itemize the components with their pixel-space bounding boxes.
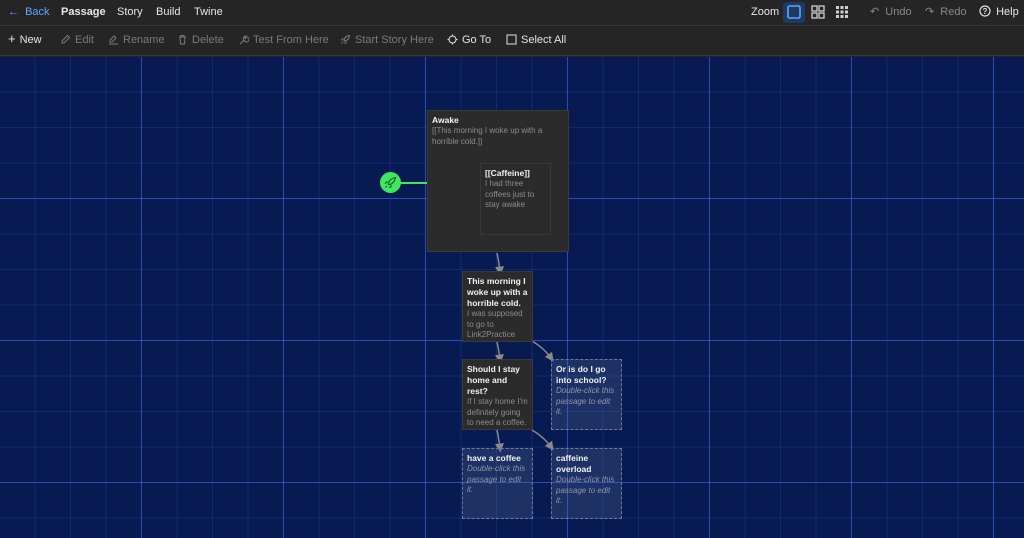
zoom-label: Zoom bbox=[751, 6, 780, 18]
crosshair-icon bbox=[447, 34, 458, 45]
zoom-large-square-icon bbox=[787, 5, 801, 19]
zoom-large-button[interactable] bbox=[783, 2, 805, 23]
zoom-medium-grid-icon bbox=[811, 5, 825, 19]
tab-build[interactable]: Build bbox=[156, 0, 180, 25]
passage-excerpt: If I stay home I'm definitely going to n… bbox=[467, 397, 528, 429]
passage-excerpt: [[This morning I woke up with a horrible… bbox=[432, 126, 543, 146]
rocket-icon bbox=[341, 34, 351, 44]
top-menu-bar: ← Back Passage Story Build Twine Zoom ↶ … bbox=[0, 0, 1024, 26]
edit-button[interactable]: Edit bbox=[60, 26, 94, 55]
pencil-icon bbox=[61, 34, 71, 44]
link-morning-to-school bbox=[531, 340, 554, 362]
passage-title: This morning I woke up with a horrible c… bbox=[467, 276, 528, 308]
start-passage-marker[interactable] bbox=[380, 172, 401, 193]
passage-title: Awake bbox=[432, 115, 459, 125]
select-all-button[interactable]: Select All bbox=[506, 26, 566, 55]
passage-card-school[interactable]: Or is do I go into school? Double-click … bbox=[551, 359, 622, 430]
link-awake-to-morning bbox=[495, 252, 504, 276]
zoom-small-grid-icon bbox=[836, 6, 848, 18]
rocket-icon bbox=[384, 176, 397, 189]
test-from-here-button[interactable]: Test From Here bbox=[238, 26, 329, 55]
passage-title: [[Caffeine]] bbox=[485, 168, 530, 178]
rename-button[interactable]: Rename bbox=[108, 26, 165, 55]
select-all-icon bbox=[506, 34, 517, 45]
back-button[interactable]: ← Back bbox=[8, 0, 50, 25]
passage-title: Or is do I go into school? bbox=[556, 364, 607, 385]
start-story-here-button[interactable]: Start Story Here bbox=[340, 26, 434, 55]
passage-card-morning[interactable]: This morning I woke up with a horrible c… bbox=[462, 271, 533, 342]
help-icon: ? bbox=[979, 5, 991, 17]
passage-excerpt: I had three coffees just to stay awake bbox=[485, 179, 535, 209]
passage-card-caffeine-overload[interactable]: caffeine overload Double-click this pass… bbox=[551, 448, 622, 519]
passage-card-stay-home[interactable]: Should I stay home and rest? If I stay h… bbox=[462, 359, 533, 430]
zoom-medium-button[interactable] bbox=[807, 2, 829, 23]
tab-twine[interactable]: Twine bbox=[194, 0, 223, 25]
help-button[interactable]: ? Help bbox=[979, 0, 1019, 25]
passage-toolbar: + New Edit Rename Delete Test From Here S… bbox=[0, 26, 1024, 56]
new-passage-button[interactable]: + New bbox=[8, 26, 42, 55]
link-stay-home-to-have-coffee bbox=[494, 429, 504, 453]
tab-story[interactable]: Story bbox=[117, 0, 143, 25]
zoom-small-button[interactable] bbox=[831, 2, 853, 23]
passage-title: caffeine overload bbox=[556, 453, 592, 474]
svg-text:?: ? bbox=[983, 7, 988, 16]
redo-icon: ↷ bbox=[925, 6, 935, 18]
tab-passage[interactable]: Passage bbox=[61, 0, 106, 25]
trash-icon bbox=[179, 34, 186, 45]
story-map-canvas[interactable]: Awake [[This morning I woke up with a ho… bbox=[0, 57, 1024, 538]
passage-title: Should I stay home and rest? bbox=[467, 364, 520, 396]
undo-icon: ↶ bbox=[870, 6, 880, 18]
undo-button[interactable]: ↶ Undo bbox=[870, 0, 912, 25]
passage-excerpt: Double-click this passage to edit it. bbox=[467, 464, 526, 494]
plus-icon: + bbox=[8, 31, 16, 47]
start-connector bbox=[400, 181, 428, 184]
passage-title: have a coffee bbox=[467, 453, 521, 463]
passage-card-have-coffee[interactable]: have a coffee Double-click this passage … bbox=[462, 448, 533, 519]
rename-icon bbox=[109, 34, 118, 45]
redo-button[interactable]: ↷ Redo bbox=[925, 0, 967, 25]
passage-excerpt: I was supposed to go to Link2Practice bbox=[467, 309, 523, 339]
passage-excerpt: Double-click this passage to edit it. bbox=[556, 386, 615, 416]
link-morning-to-stay-home bbox=[494, 341, 504, 364]
wrench-icon bbox=[239, 35, 249, 44]
link-stay-home-to-caffeine-overload bbox=[531, 429, 554, 451]
delete-button[interactable]: Delete bbox=[177, 26, 224, 55]
passage-excerpt: Double-click this passage to edit it. bbox=[556, 475, 615, 505]
go-to-button[interactable]: Go To bbox=[447, 26, 491, 55]
passage-card-caffeine[interactable]: [[Caffeine]] I had three coffees just to… bbox=[480, 163, 551, 235]
arrow-left-icon: ← bbox=[8, 6, 19, 18]
twine-story-map-app: ← Back Passage Story Build Twine Zoom ↶ … bbox=[0, 0, 1024, 538]
